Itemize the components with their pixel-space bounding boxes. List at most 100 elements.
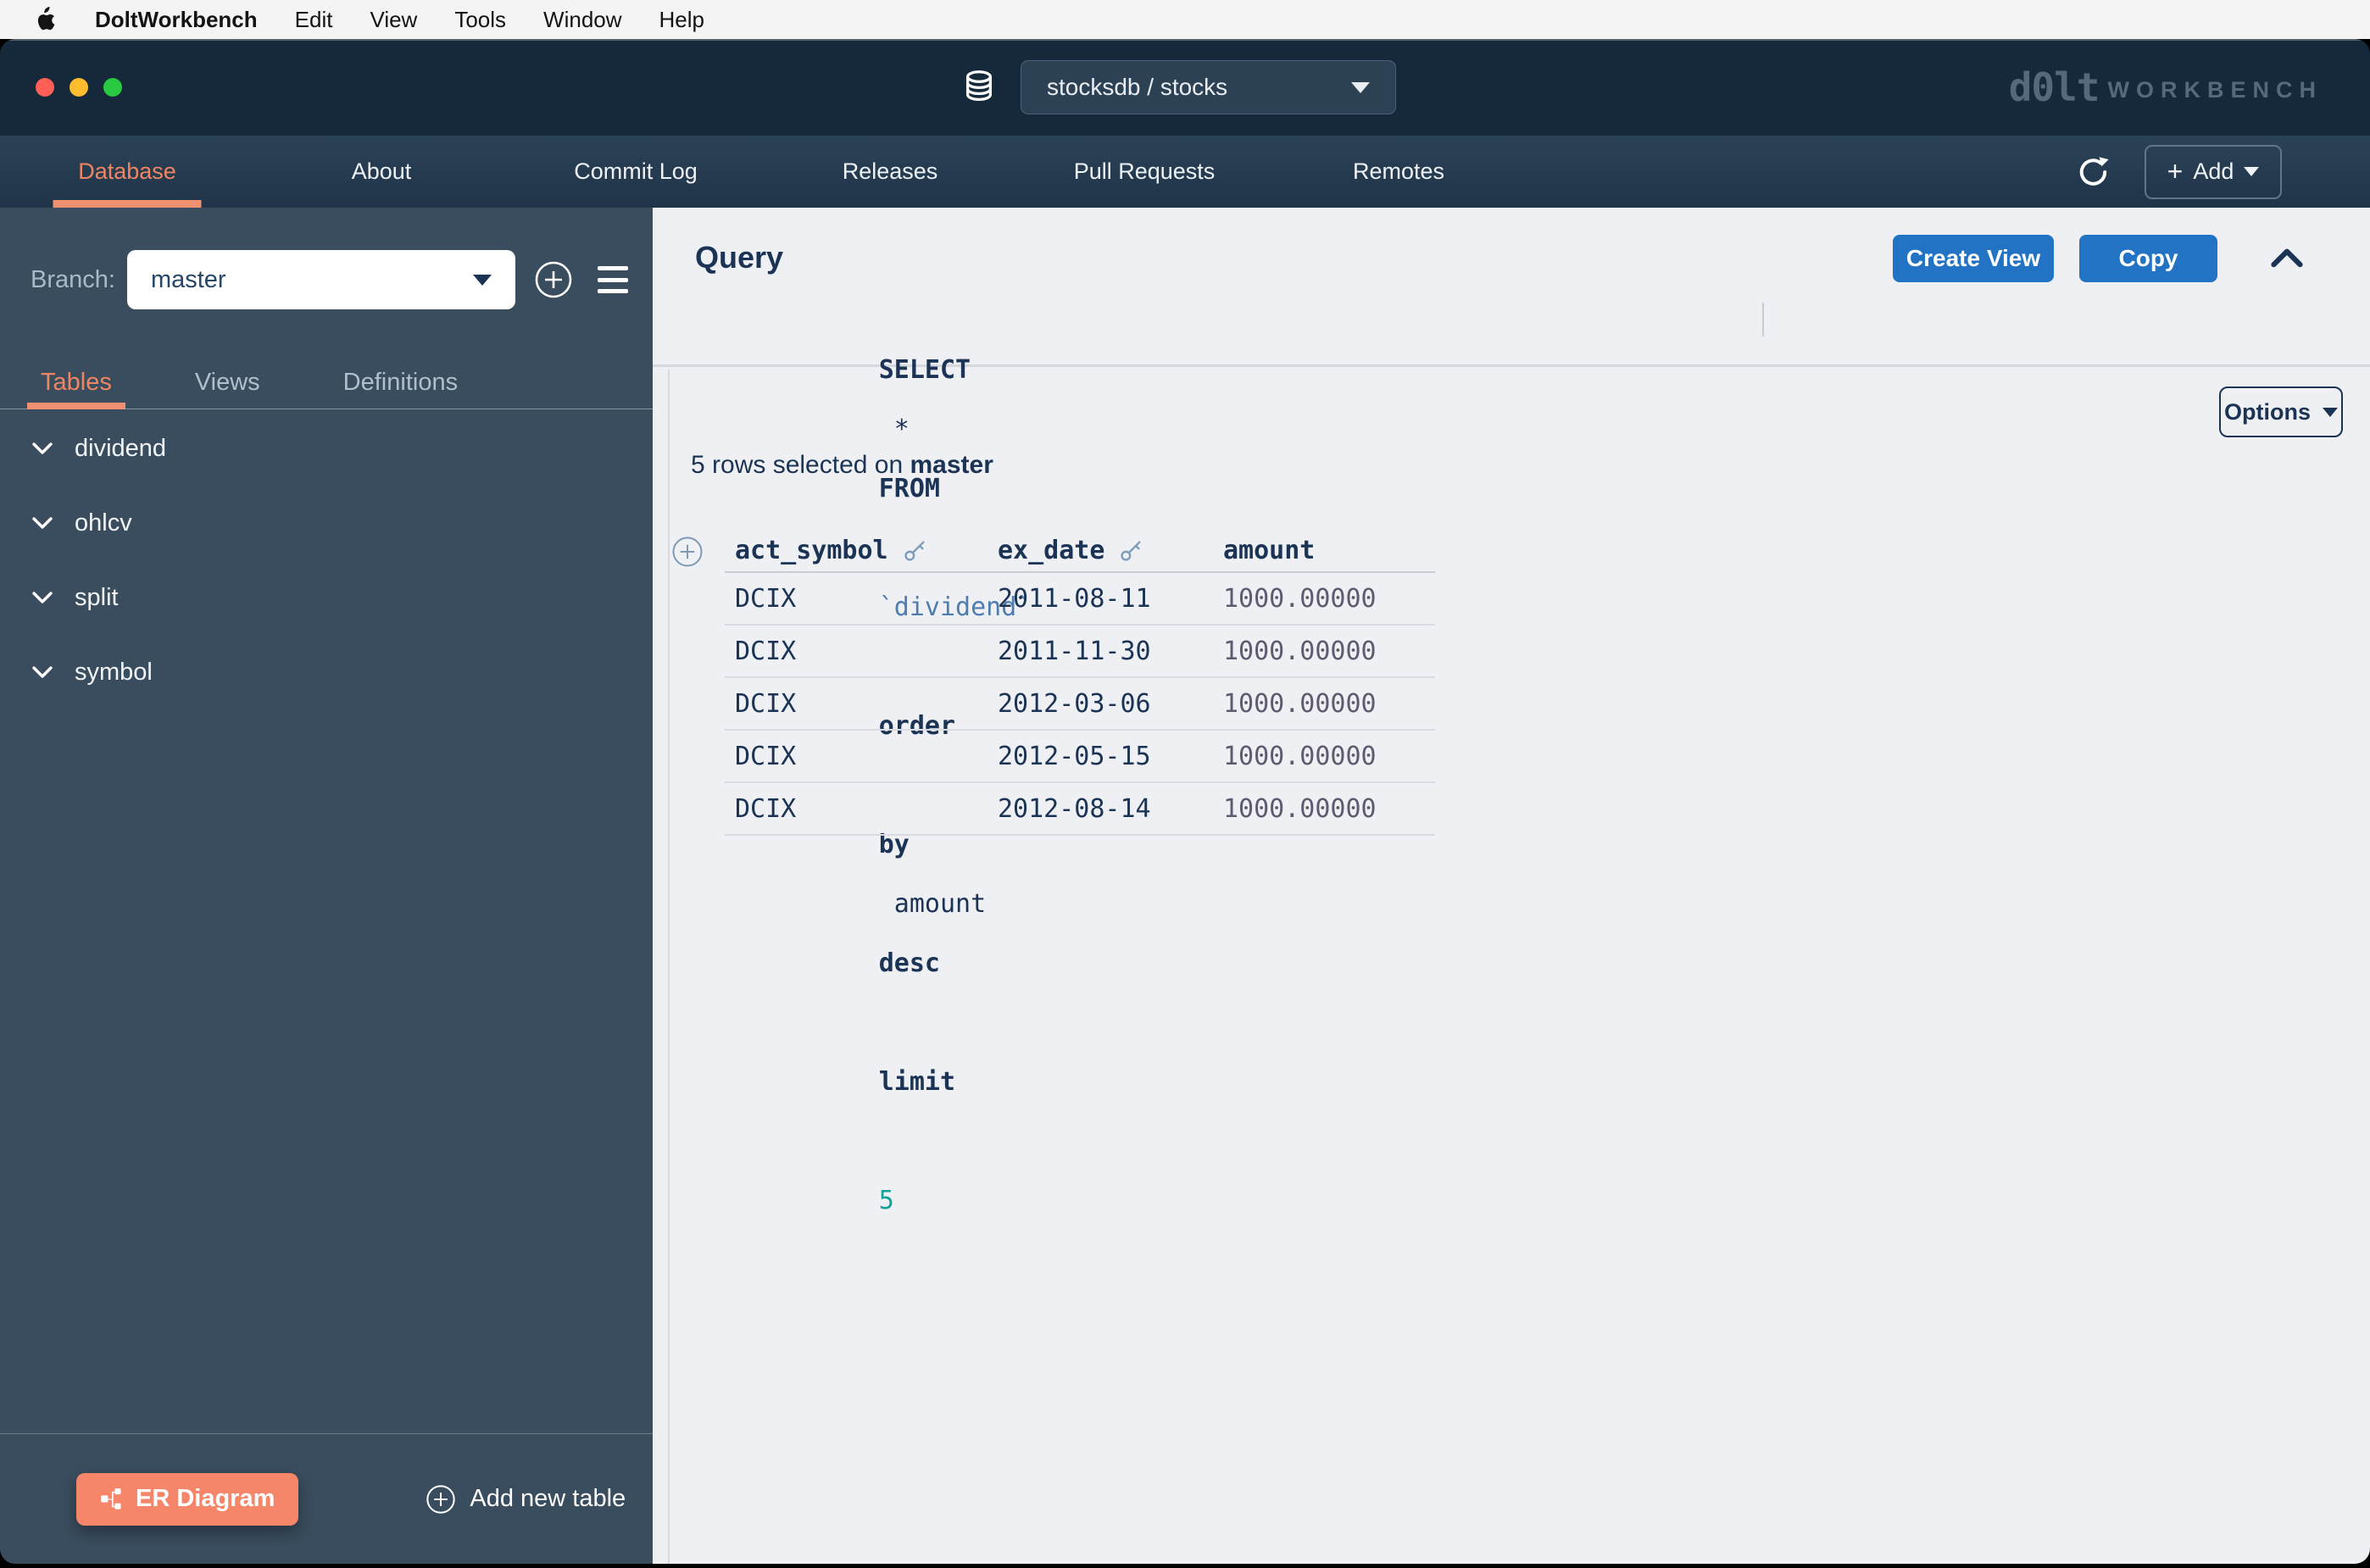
cell-amount[interactable]: 1000.00000 — [1213, 794, 1435, 824]
branch-menu-button[interactable] — [597, 266, 629, 293]
cell-act-symbol[interactable]: DCIX — [725, 637, 988, 666]
table-row: DCIX 2011-11-30 1000.00000 — [725, 626, 1435, 678]
table-row: DCIX 2012-05-15 1000.00000 — [725, 731, 1435, 783]
cell-ex-date[interactable]: 2012-03-06 — [988, 689, 1213, 719]
macos-menubar: DoltWorkbench Edit View Tools Window Hel… — [0, 0, 2370, 39]
er-diagram-button[interactable]: ER Diagram — [76, 1473, 298, 1526]
minimize-window-button[interactable] — [70, 78, 88, 97]
column-header-act-symbol[interactable]: act_symbol — [725, 536, 988, 565]
cell-act-symbol[interactable]: DCIX — [725, 742, 988, 771]
cell-amount[interactable]: 1000.00000 — [1213, 584, 1435, 614]
database-switcher: stocksdb / stocks — [960, 39, 1396, 136]
collapse-query-button[interactable] — [2270, 246, 2304, 271]
results-left-border — [668, 370, 670, 1564]
primary-key-icon — [902, 537, 929, 564]
hamburger-icon — [598, 266, 628, 270]
sidebar-tab-definitions[interactable]: Definitions — [330, 369, 471, 409]
logo-suffix: WORKBENCH — [2108, 77, 2323, 103]
table-list-item-symbol[interactable]: symbol — [0, 635, 653, 709]
primary-key-icon — [1118, 537, 1145, 564]
sidebar-tab-views[interactable]: Views — [181, 369, 274, 409]
window-titlebar: stocksdb / stocks d0lt WORKBENCH — [0, 39, 2370, 136]
database-icon — [960, 68, 999, 107]
database-selector[interactable]: stocksdb / stocks — [1021, 60, 1396, 114]
menubar-item-view[interactable]: View — [370, 7, 417, 33]
sidebar-footer: ER Diagram Add new table — [0, 1433, 653, 1564]
chevron-down-icon — [32, 666, 53, 678]
zoom-window-button[interactable] — [103, 78, 122, 97]
nav-tab-remotes[interactable]: Remotes — [1271, 136, 1526, 208]
table-list-item-split[interactable]: split — [0, 560, 653, 635]
cell-act-symbol[interactable]: DCIX — [725, 584, 988, 614]
menubar-item-help[interactable]: Help — [659, 7, 704, 33]
refresh-button[interactable] — [2075, 153, 2112, 191]
nav-tab-database[interactable]: Database — [0, 136, 254, 208]
results-table: act_symbol ex_date — [725, 529, 1435, 836]
branch-selector-value: master — [151, 266, 226, 294]
nav-tab-releases[interactable]: Releases — [763, 136, 1017, 208]
cell-act-symbol[interactable]: DCIX — [725, 794, 988, 824]
cell-act-symbol[interactable]: DCIX — [725, 689, 988, 719]
add-button[interactable]: Add — [2145, 145, 2282, 199]
results-table-header: act_symbol ex_date — [725, 529, 1435, 573]
nav-tab-about[interactable]: About — [254, 136, 509, 208]
column-header-amount[interactable]: amount — [1213, 536, 1435, 565]
cell-ex-date[interactable]: 2011-08-11 — [988, 584, 1213, 614]
query-section: Query SELECT * FROM `dividend` — [653, 208, 2370, 367]
cell-ex-date[interactable]: 2012-08-14 — [988, 794, 1213, 824]
nav-tab-commit-log[interactable]: Commit Log — [509, 136, 763, 208]
chevron-down-icon — [32, 442, 53, 454]
menubar-item-tools[interactable]: Tools — [454, 7, 506, 33]
active-tab-underline — [53, 200, 202, 208]
nav-actions: Add — [2075, 136, 2282, 208]
editor-caret — [1762, 303, 1764, 336]
cell-amount[interactable]: 1000.00000 — [1213, 689, 1435, 719]
table-list-item-ohlcv[interactable]: ohlcv — [0, 486, 653, 560]
app-window: stocksdb / stocks d0lt WORKBENCH Databas… — [0, 39, 2370, 1564]
refresh-icon — [2075, 153, 2112, 191]
table-row: DCIX 2012-03-06 1000.00000 — [725, 678, 1435, 731]
menubar-app-name[interactable]: DoltWorkbench — [95, 7, 258, 33]
chevron-down-icon — [32, 592, 53, 603]
chevron-down-icon — [1351, 82, 1370, 93]
database-selector-value: stocksdb / stocks — [1047, 74, 1227, 101]
apple-icon[interactable] — [34, 7, 56, 32]
options-button[interactable]: Options — [2219, 386, 2343, 437]
plus-circle-icon — [671, 536, 704, 568]
menubar-item-window[interactable]: Window — [543, 7, 621, 33]
sidebar: Branch: master Tabl — [0, 208, 653, 1564]
create-view-button[interactable]: Create View — [1893, 235, 2054, 282]
table-row: DCIX 2012-08-14 1000.00000 — [725, 783, 1435, 836]
sidebar-tab-tables[interactable]: Tables — [27, 369, 125, 409]
add-new-table-button[interactable]: Add new table — [426, 1484, 626, 1515]
table-list: dividend ohlcv split — [0, 409, 653, 709]
nav-tab-pull-requests[interactable]: Pull Requests — [1017, 136, 1271, 208]
cell-ex-date[interactable]: 2012-05-15 — [988, 742, 1213, 771]
branch-label: Branch: — [31, 266, 115, 294]
chevron-down-icon — [2323, 408, 2338, 417]
table-row: DCIX 2011-08-11 1000.00000 — [725, 573, 1435, 626]
column-header-ex-date[interactable]: ex_date — [988, 536, 1213, 565]
query-actions: Create View Copy — [1893, 235, 2304, 282]
window-content: Branch: master Tabl — [0, 208, 2370, 1564]
plus-icon — [2167, 158, 2184, 186]
table-list-item-dividend[interactable]: dividend — [0, 411, 653, 486]
logo-wordmark: d0lt — [2009, 64, 2100, 110]
chevron-down-icon — [32, 517, 53, 529]
plus-circle-icon — [426, 1484, 456, 1515]
add-row-button[interactable] — [671, 536, 704, 568]
nav-tabs: Database About Commit Log Releases — [0, 136, 2370, 208]
main-navbar: Database About Commit Log Releases — [0, 136, 2370, 208]
menubar-item-edit[interactable]: Edit — [295, 7, 333, 33]
status-branch-name: master — [910, 451, 993, 479]
er-diagram-icon — [100, 1487, 124, 1511]
branch-selector[interactable]: master — [127, 250, 515, 309]
new-branch-button[interactable] — [534, 260, 573, 299]
close-window-button[interactable] — [36, 78, 54, 97]
plus-circle-icon — [534, 260, 573, 299]
copy-button[interactable]: Copy — [2079, 235, 2217, 282]
chevron-down-icon — [473, 275, 492, 286]
cell-amount[interactable]: 1000.00000 — [1213, 637, 1435, 666]
cell-amount[interactable]: 1000.00000 — [1213, 742, 1435, 771]
cell-ex-date[interactable]: 2011-11-30 — [988, 637, 1213, 666]
